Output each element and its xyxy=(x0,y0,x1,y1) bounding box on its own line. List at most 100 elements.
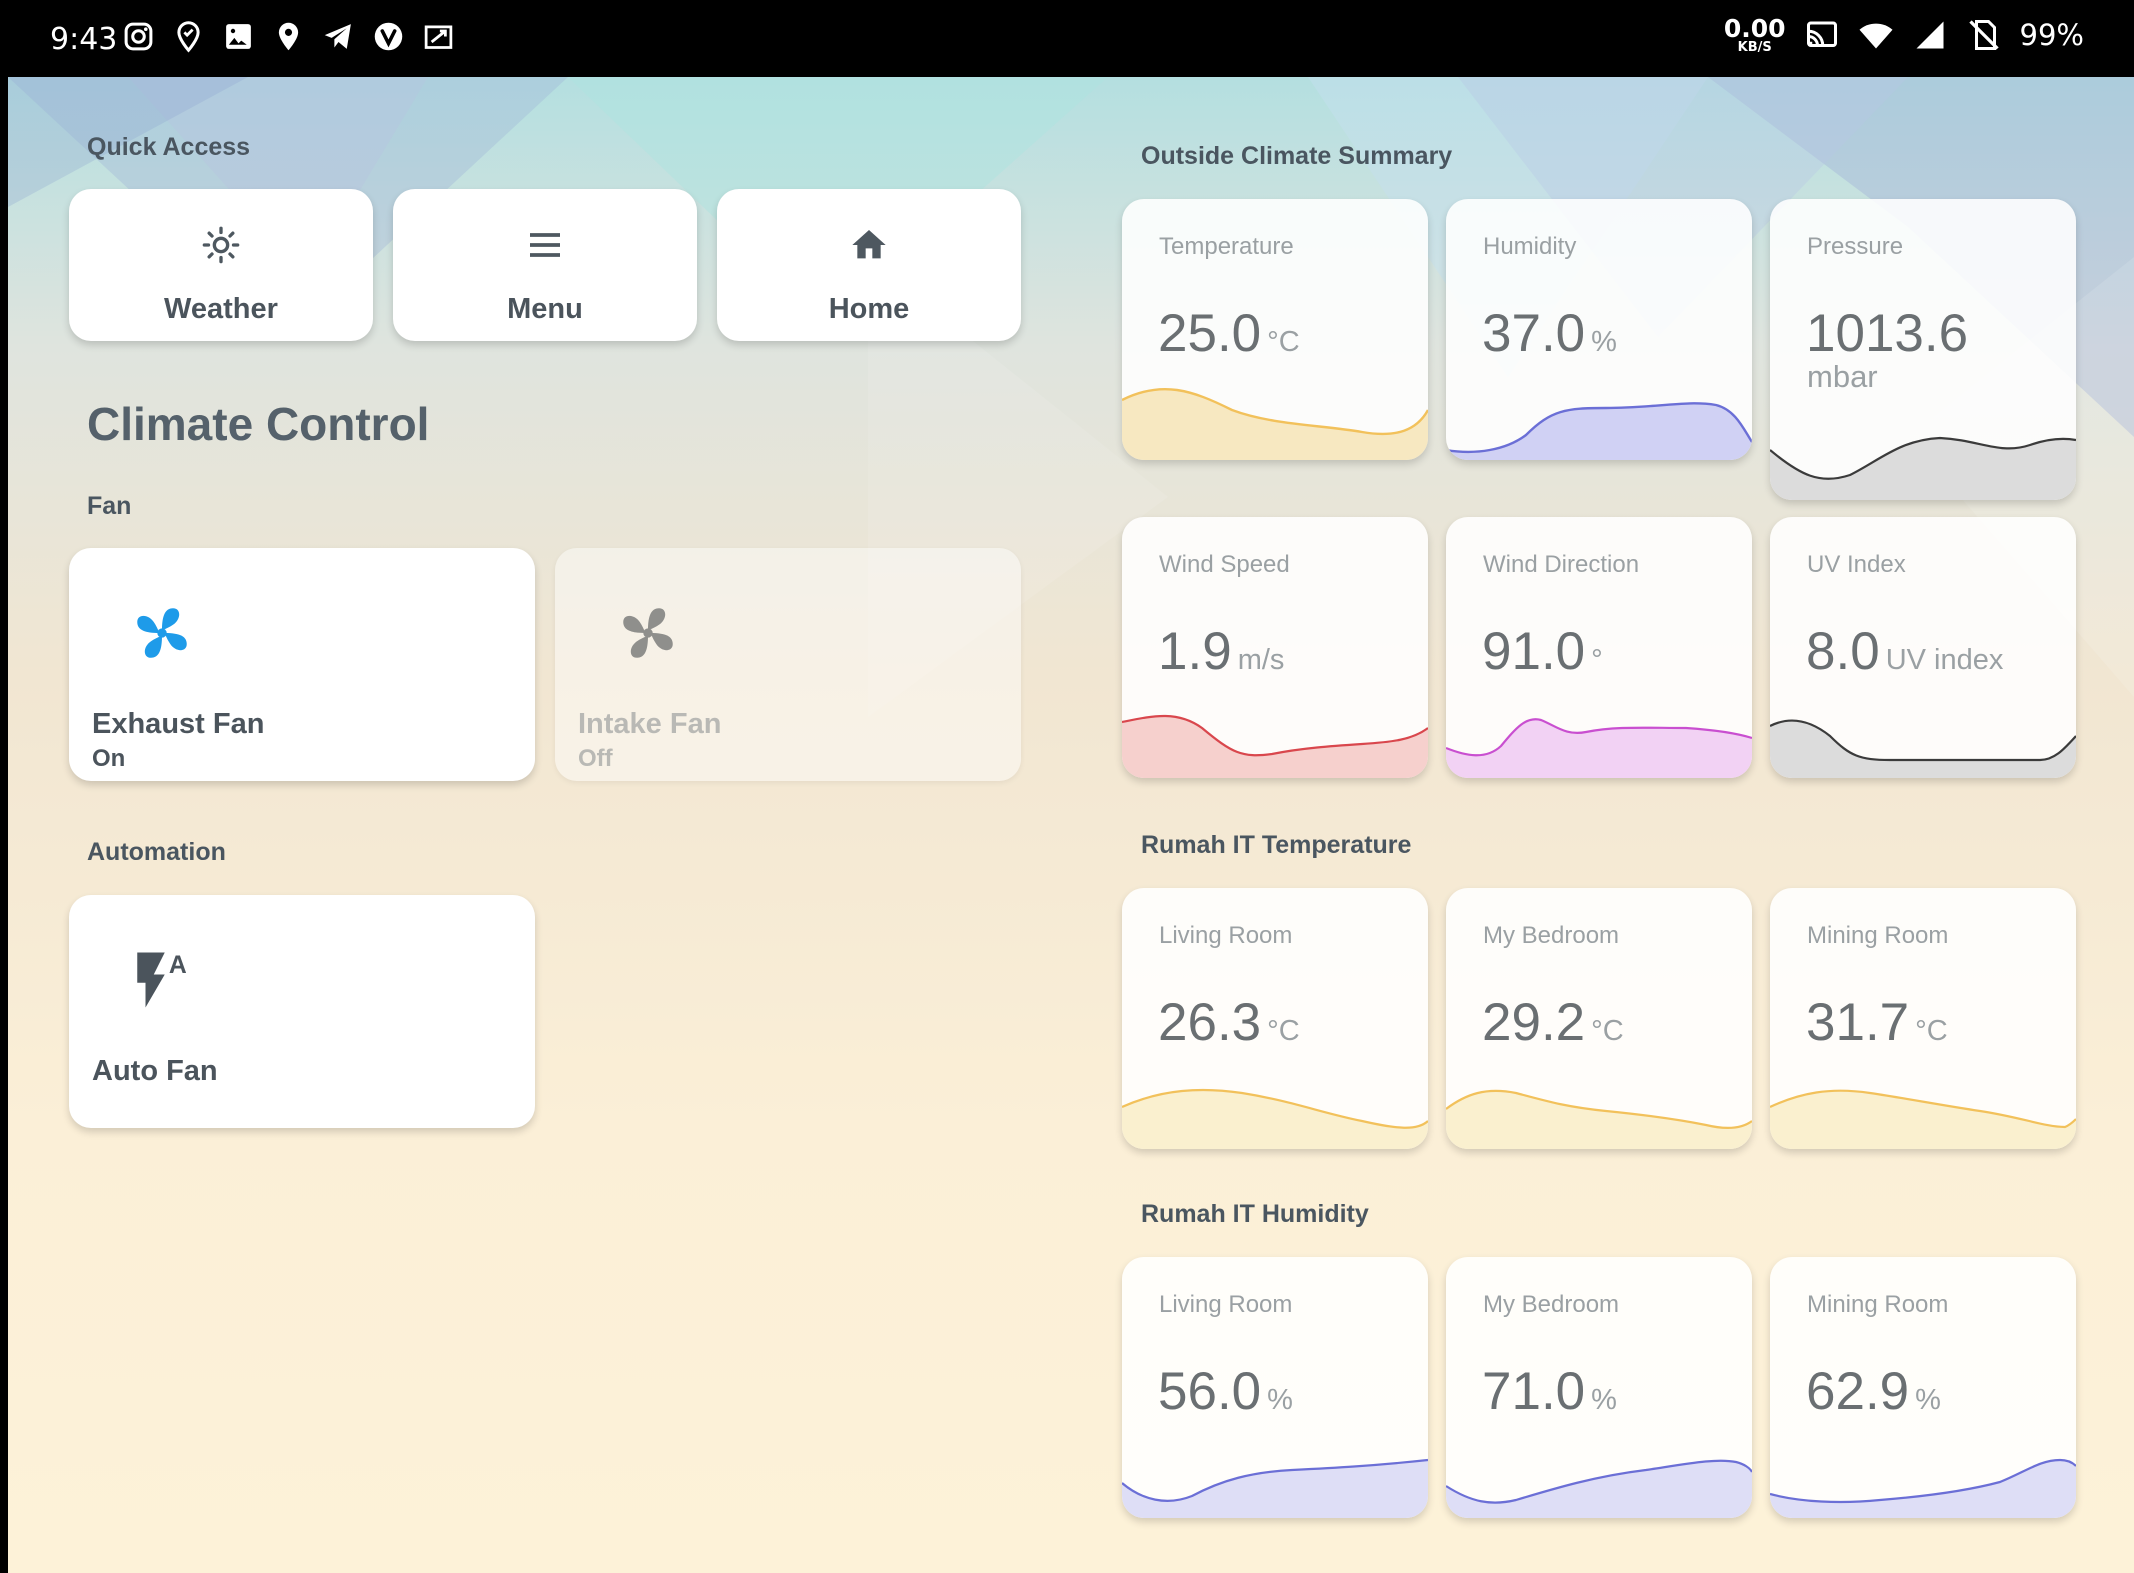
outside-climate-label: Outside Climate Summary xyxy=(1141,142,1453,170)
home-icon xyxy=(852,230,886,259)
telegram-icon xyxy=(324,24,351,49)
sensor-value: 37.0% xyxy=(1482,304,1617,363)
sensor-unit: m/s xyxy=(1237,644,1285,676)
sensor-title: Wind Speed xyxy=(1159,551,1290,578)
wind-speed-sensor-card[interactable]: Wind Speed 1.9 m/s xyxy=(1122,517,1428,778)
no-sim-icon xyxy=(1968,20,1999,50)
sparkline xyxy=(1446,402,1752,460)
weather-button[interactable]: Weather xyxy=(69,189,373,341)
sensor-unit: °C xyxy=(1915,1015,1948,1047)
status-bar: 9:43 0.00 KB/S 99% xyxy=(0,0,2134,77)
map-pin-icon xyxy=(278,22,299,51)
exhaust-fan-name: Exhaust Fan xyxy=(92,708,265,740)
sensor-value: 8.0 UV index xyxy=(1806,622,2004,681)
auto-fan-name: Auto Fan xyxy=(92,1055,218,1087)
temperature-sensor-card[interactable]: Temperature 25.0 °C xyxy=(1122,199,1428,460)
rumah-humidity-label: Rumah IT Humidity xyxy=(1141,1200,1369,1228)
sun-icon xyxy=(202,226,240,264)
sparkline xyxy=(1770,719,2076,778)
automation-section-label: Automation xyxy=(87,838,226,866)
sensor-value: 29.2 °C xyxy=(1482,993,1624,1052)
dashboard: Quick Access Weather Menu Home Climate C… xyxy=(8,77,2134,1573)
living-room-temperature-card[interactable]: Living Room 26.3 °C xyxy=(1122,888,1428,1149)
sensor-unit: % xyxy=(1915,1384,1941,1416)
sensor-unit: % xyxy=(1267,1384,1293,1416)
sensor-unit: ° xyxy=(1591,644,1603,676)
sensor-value: 62.9% xyxy=(1806,1362,1941,1421)
clock: 9:43 xyxy=(50,22,118,57)
sensor-title: My Bedroom xyxy=(1483,1291,1620,1318)
living-room-humidity-card[interactable]: Living Room 56.0% xyxy=(1122,1257,1428,1518)
sensor-unit: °C xyxy=(1591,1015,1624,1047)
climate-control-title: Climate Control xyxy=(87,398,430,450)
sensor-title: Living Room xyxy=(1159,1291,1293,1318)
uv-index-sensor-card[interactable]: UV Index 8.0 UV index xyxy=(1770,517,2076,778)
sensor-unit: °C xyxy=(1267,1015,1300,1047)
sparkline xyxy=(1122,1458,1428,1518)
sparkline xyxy=(1770,436,2076,500)
menu-button[interactable]: Menu xyxy=(393,189,697,341)
network-speed-value: 0.00 xyxy=(1723,14,1786,43)
sparkline xyxy=(1446,718,1752,778)
intake-fan-name: Intake Fan xyxy=(578,708,722,740)
rumah-temperature-label: Rumah IT Temperature xyxy=(1141,831,1412,859)
sparkline xyxy=(1446,1089,1752,1149)
sensor-title: My Bedroom xyxy=(1483,922,1620,949)
mining-room-humidity-card[interactable]: Mining Room 62.9% xyxy=(1770,1257,2076,1518)
sensor-value: 91.0 ° xyxy=(1482,622,1603,681)
image-icon xyxy=(226,24,251,49)
fan-section-label: Fan xyxy=(87,492,132,520)
exhaust-fan-state: On xyxy=(92,745,126,772)
fan-icon xyxy=(623,608,673,658)
menu-icon xyxy=(530,233,560,257)
sensor-title: Pressure xyxy=(1807,233,1904,260)
sparkline xyxy=(1770,1089,2076,1149)
screenshot-icon xyxy=(424,25,453,49)
quick-access-label: Quick Access xyxy=(87,133,251,161)
exhaust-fan-toggle[interactable]: Exhaust Fan On xyxy=(69,548,535,781)
sensor-unit: % xyxy=(1591,326,1617,358)
humidity-sensor-card[interactable]: Humidity 37.0% xyxy=(1446,199,1752,460)
sensor-unit: % xyxy=(1591,1384,1617,1416)
signal-icon xyxy=(1916,21,1944,49)
sparkline xyxy=(1122,714,1428,778)
sensor-title: Mining Room xyxy=(1807,1291,1949,1318)
sensor-value: 26.3 °C xyxy=(1158,993,1300,1052)
home-button-label: Home xyxy=(828,293,910,325)
auto-flash-icon: A xyxy=(137,952,187,1008)
sensor-unit: °C xyxy=(1267,326,1300,358)
my-bedroom-temperature-card[interactable]: My Bedroom 29.2 °C xyxy=(1446,888,1752,1149)
sensor-value: 25.0 °C xyxy=(1158,304,1300,363)
vivaldi-icon xyxy=(374,22,403,51)
auto-fan-toggle[interactable]: A Auto Fan xyxy=(69,895,535,1128)
sensor-value: 1013.6 xyxy=(1806,304,1969,363)
svg-text:A: A xyxy=(169,952,187,979)
sensor-title: Mining Room xyxy=(1807,922,1949,949)
wifi-icon xyxy=(1859,23,1893,49)
network-speed-unit: KB/S xyxy=(1737,40,1772,55)
home-button[interactable]: Home xyxy=(717,189,1021,341)
weather-button-label: Weather xyxy=(164,293,278,325)
cast-icon xyxy=(1806,21,1837,47)
sensor-title: Humidity xyxy=(1483,233,1577,260)
my-bedroom-humidity-card[interactable]: My Bedroom 71.0% xyxy=(1446,1257,1752,1518)
sensor-unit: mbar xyxy=(1807,359,1878,394)
intake-fan-toggle[interactable]: Intake Fan Off xyxy=(555,548,1021,781)
wind-direction-sensor-card[interactable]: Wind Direction 91.0 ° xyxy=(1446,517,1752,778)
sensor-value: 1.9 m/s xyxy=(1158,622,1285,681)
sensor-title: Wind Direction xyxy=(1483,551,1640,578)
sensor-value: 71.0% xyxy=(1482,1362,1617,1421)
sensor-title: UV Index xyxy=(1807,551,1906,578)
network-speed: 0.00 KB/S xyxy=(1724,16,1786,54)
sensor-unit: UV index xyxy=(1885,644,2004,676)
battery-level: 99% xyxy=(2019,18,2084,52)
mining-room-temperature-card[interactable]: Mining Room 31.7 °C xyxy=(1770,888,2076,1149)
fan-icon xyxy=(137,608,187,658)
notification-icons xyxy=(122,20,455,53)
intake-fan-state: Off xyxy=(578,745,613,772)
sparkline xyxy=(1770,1458,2076,1518)
sensor-value: 56.0% xyxy=(1158,1362,1293,1421)
sensor-value: 31.7 °C xyxy=(1806,993,1948,1052)
location-marker-icon xyxy=(177,21,200,53)
pressure-sensor-card[interactable]: Pressure 1013.6 mbar xyxy=(1770,199,2076,500)
